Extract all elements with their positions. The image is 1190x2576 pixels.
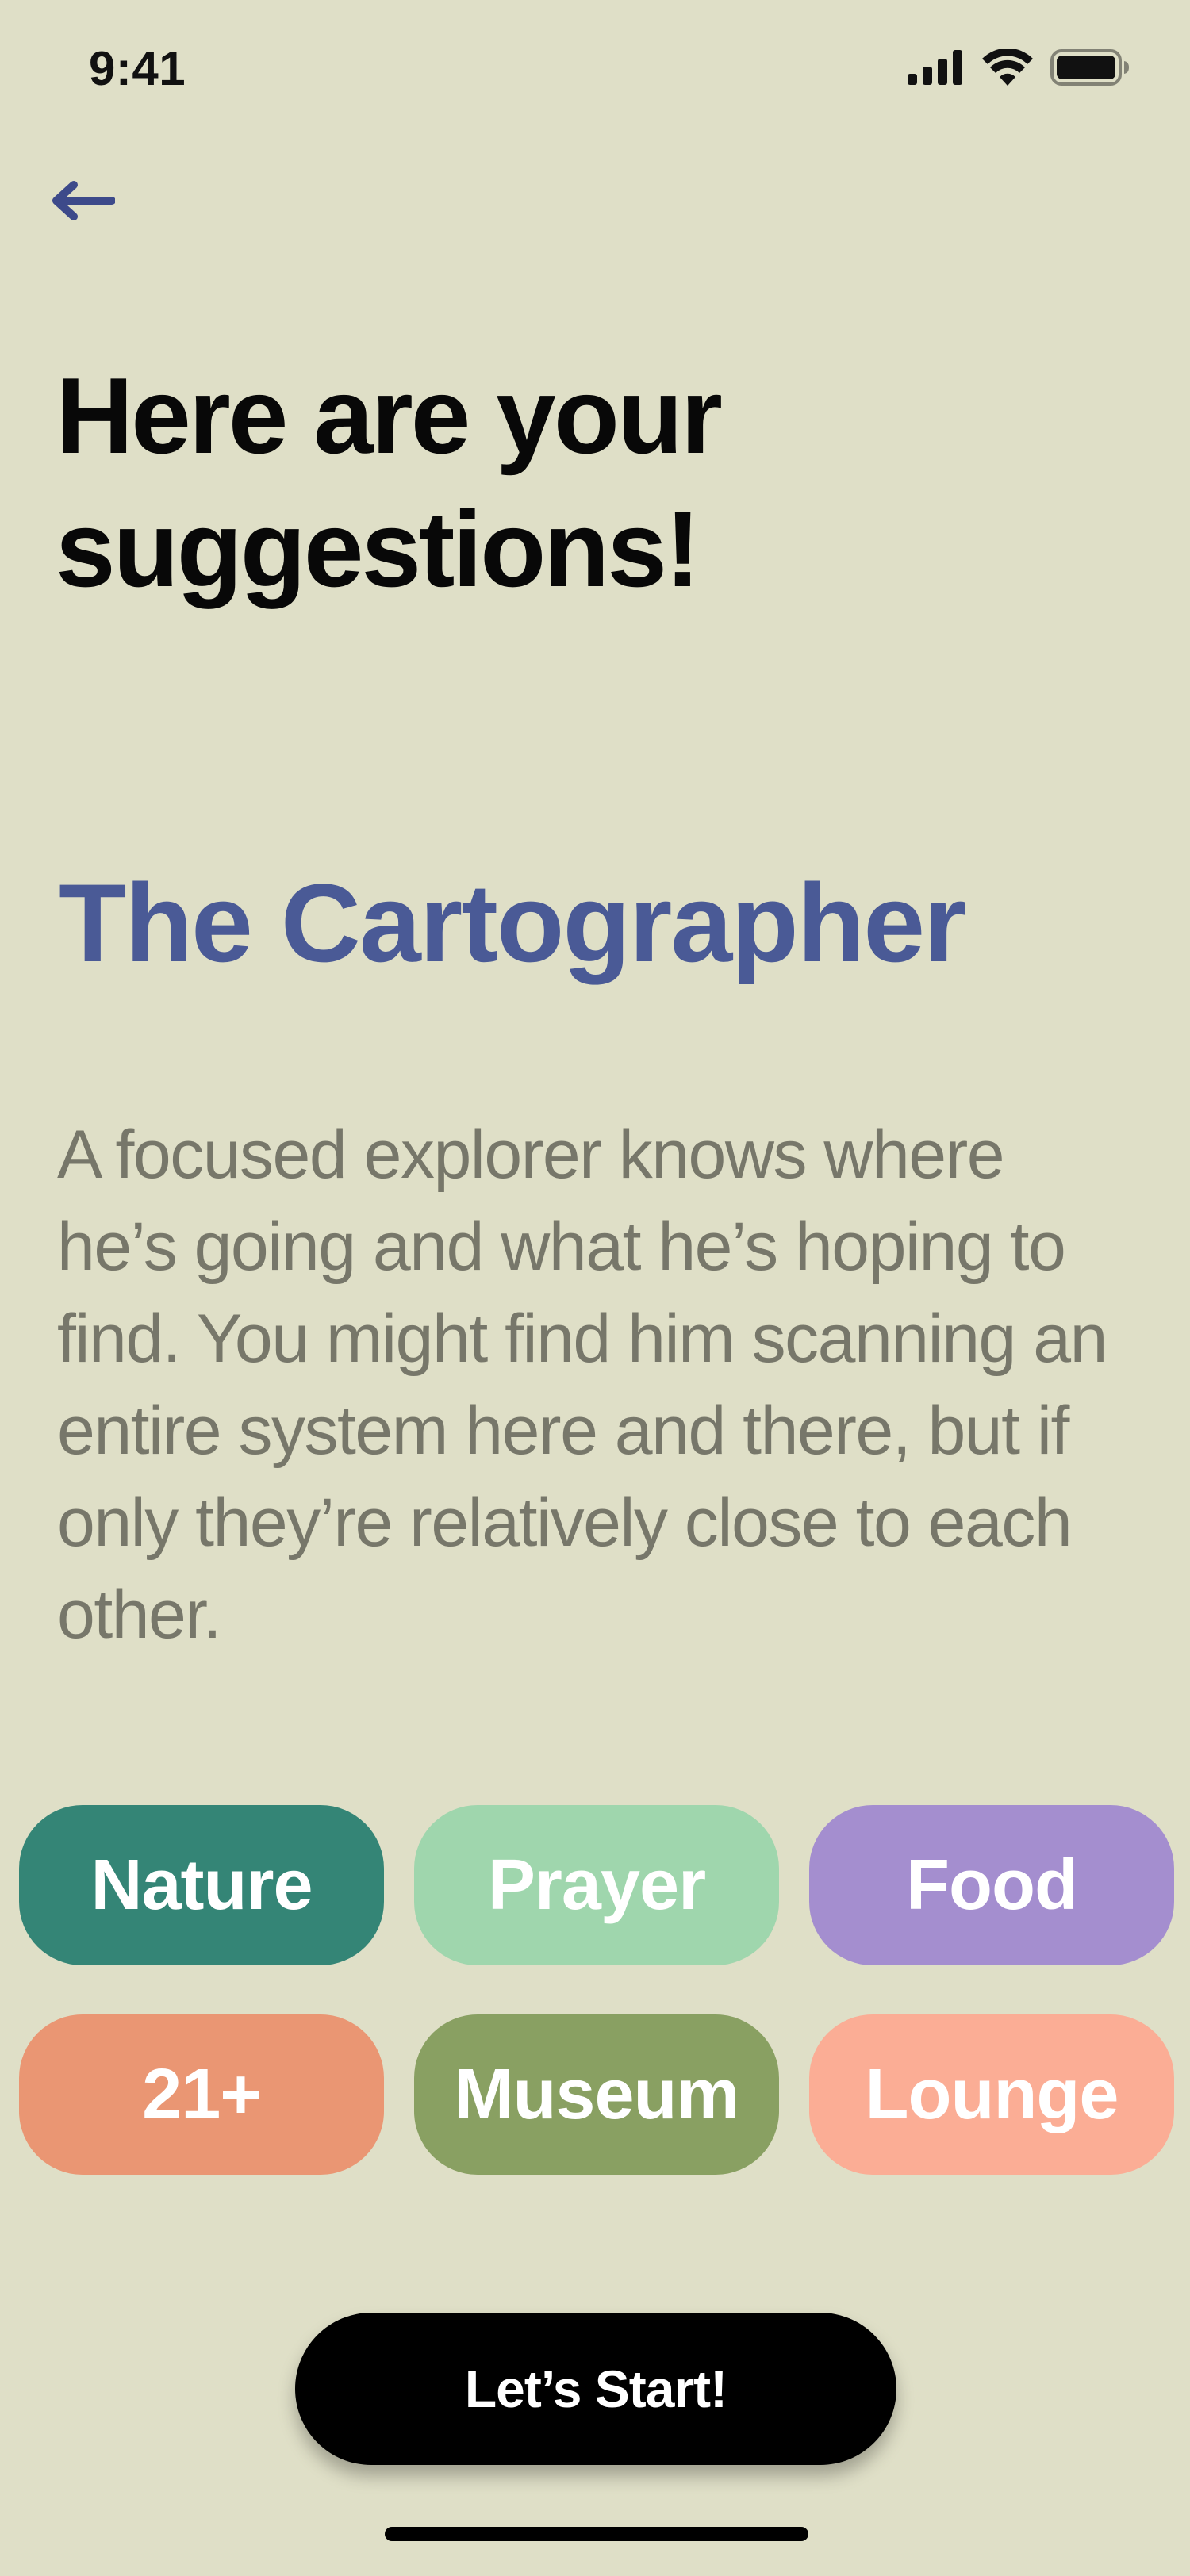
status-bar: 9:41 [0,0,1190,135]
cellular-signal-icon [908,50,965,89]
battery-icon [1050,49,1130,90]
start-button[interactable]: Let’s Start! [295,2313,896,2465]
tag-prayer[interactable]: Prayer [414,1805,779,1965]
status-time: 9:41 [89,42,186,95]
home-indicator [385,2527,808,2541]
tag-21-plus[interactable]: 21+ [19,2014,384,2175]
tag-nature[interactable]: Nature [19,1805,384,1965]
persona-name: The Cartographer [59,861,967,985]
wifi-icon [982,48,1033,90]
back-button[interactable] [46,174,117,230]
persona-description: A focused explorer knows where he’s goin… [57,1117,1107,1653]
tag-museum[interactable]: Museum [414,2014,779,2175]
page-title: Here are your suggestions! [56,355,723,609]
status-icons [908,48,1130,90]
tag-lounge[interactable]: Lounge [809,2014,1174,2175]
arrow-left-icon [48,178,116,227]
tag-food[interactable]: Food [809,1805,1174,1965]
interest-tags: Nature Prayer Food 21+ Museum Lounge [19,1805,1174,2175]
